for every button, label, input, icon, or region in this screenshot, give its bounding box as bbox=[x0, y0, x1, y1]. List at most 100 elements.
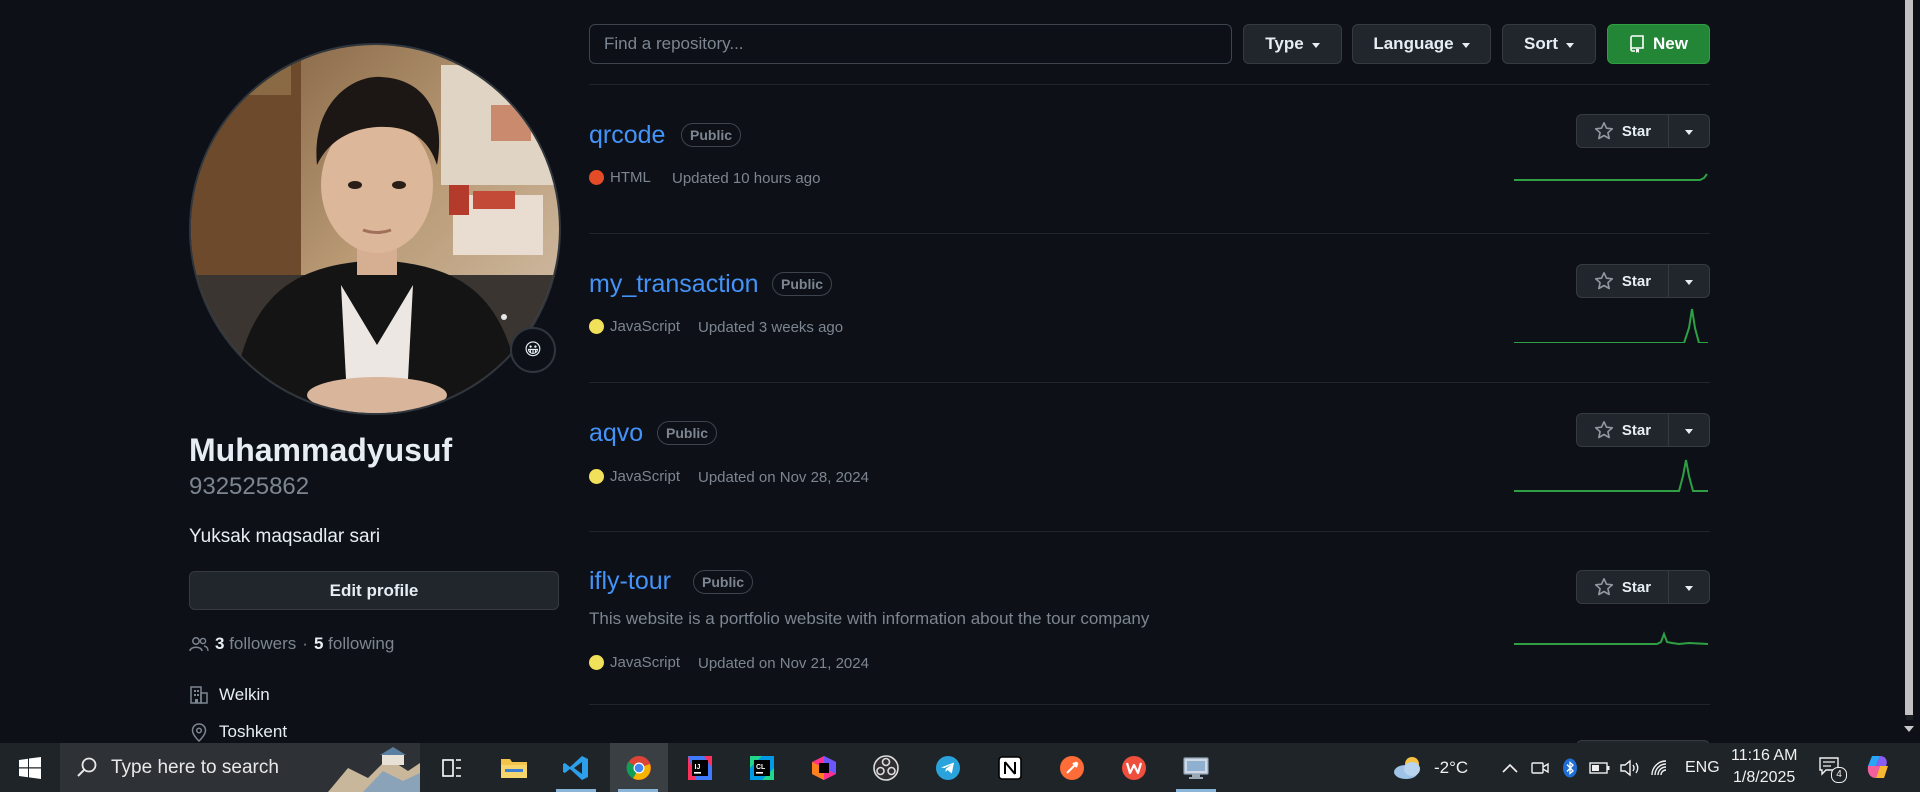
taskbar-chrome[interactable] bbox=[610, 743, 668, 792]
following-link[interactable]: 5 following bbox=[314, 634, 394, 654]
star-list-dropdown[interactable] bbox=[1669, 570, 1710, 604]
star-list-dropdown[interactable] bbox=[1669, 264, 1710, 298]
scroll-down-arrow-icon[interactable] bbox=[1904, 726, 1914, 732]
following-count: 5 bbox=[313, 634, 324, 653]
remote-desktop-icon bbox=[1183, 756, 1209, 779]
profile-location: Toshkent bbox=[189, 722, 287, 742]
repo-language: JavaScript bbox=[589, 468, 680, 485]
followers-link[interactable]: 3 followers bbox=[215, 634, 296, 654]
type-filter-button[interactable]: Type bbox=[1243, 24, 1342, 64]
sort-filter-label: Sort bbox=[1524, 34, 1558, 53]
smiley-icon: 😀 bbox=[524, 340, 542, 359]
language-filter-button[interactable]: Language bbox=[1352, 24, 1491, 64]
wifi-icon[interactable] bbox=[1650, 759, 1672, 777]
clock-date[interactable]: 1/8/2025 bbox=[1733, 769, 1795, 787]
edit-profile-button[interactable]: Edit profile bbox=[189, 571, 559, 610]
taskbar-postman[interactable] bbox=[1044, 743, 1100, 792]
toolbox-icon bbox=[812, 755, 836, 780]
start-button[interactable] bbox=[0, 743, 60, 792]
visibility-badge: Public bbox=[681, 123, 742, 147]
windows-taskbar: Type here to search IJ CL -2°C ENG 11:16… bbox=[0, 743, 1920, 792]
copilot-icon[interactable] bbox=[1864, 753, 1892, 781]
taskbar-obs[interactable] bbox=[858, 743, 914, 792]
taskbar-file-explorer[interactable] bbox=[486, 743, 542, 792]
star-button[interactable]: Star bbox=[1576, 264, 1669, 298]
repo-name-link[interactable]: aqvo bbox=[589, 419, 643, 448]
chevron-up-icon[interactable] bbox=[1502, 763, 1518, 773]
battery-icon[interactable] bbox=[1589, 760, 1611, 776]
activity-sparkline bbox=[1514, 459, 1708, 492]
new-repository-button[interactable]: New bbox=[1607, 24, 1710, 64]
caret-down-icon bbox=[1685, 129, 1693, 135]
profile-bio: Yuksak maqsadlar sari bbox=[189, 526, 381, 547]
list-divider bbox=[589, 531, 1710, 532]
task-view-button[interactable] bbox=[424, 743, 480, 792]
input-language[interactable]: ENG bbox=[1685, 759, 1720, 777]
repo-updated: Updated 10 hours ago bbox=[672, 170, 821, 187]
clock-time[interactable]: 11:16 AM bbox=[1731, 747, 1797, 765]
taskbar-vscode[interactable] bbox=[548, 743, 604, 792]
repo-language: HTML bbox=[589, 169, 651, 186]
scrollbar-thumb[interactable] bbox=[1905, 0, 1913, 715]
wps-office-icon bbox=[1122, 755, 1146, 780]
activity-sparkline bbox=[1514, 308, 1708, 343]
followers-count: 3 bbox=[215, 634, 225, 653]
task-view-icon bbox=[442, 758, 461, 777]
profile-avatar[interactable] bbox=[189, 43, 561, 415]
volume-icon[interactable] bbox=[1619, 759, 1641, 777]
bluetooth-icon[interactable] bbox=[1562, 758, 1578, 778]
star-list-dropdown[interactable] bbox=[1669, 114, 1710, 148]
language-color-dot bbox=[589, 319, 604, 334]
repo-name-link[interactable]: my_transaction bbox=[589, 270, 759, 299]
postman-icon bbox=[1060, 755, 1084, 780]
taskbar-wps-office[interactable] bbox=[1106, 743, 1162, 792]
star-icon bbox=[1594, 578, 1614, 596]
language-color-dot bbox=[589, 655, 604, 670]
list-divider bbox=[589, 233, 1710, 234]
star-button[interactable]: Star bbox=[1576, 413, 1669, 447]
notification-center-button[interactable]: 4 bbox=[1818, 756, 1847, 783]
repo-name-link[interactable]: qrcode bbox=[589, 121, 665, 150]
taskbar-search-box[interactable]: Type here to search bbox=[60, 743, 420, 792]
star-button[interactable]: Star bbox=[1576, 114, 1669, 148]
taskbar-jetbrains-toolbox[interactable] bbox=[796, 743, 852, 792]
location-name: Toshkent bbox=[219, 722, 288, 741]
taskbar-clion[interactable]: CL bbox=[734, 743, 790, 792]
page-scrollbar[interactable] bbox=[1899, 0, 1920, 743]
language-name: JavaScript bbox=[610, 654, 681, 671]
taskbar-remote-desktop[interactable] bbox=[1168, 743, 1224, 792]
taskbar-telegram[interactable] bbox=[920, 743, 976, 792]
avatar-photo bbox=[191, 45, 559, 413]
star-icon bbox=[1594, 421, 1614, 439]
organization-icon bbox=[190, 686, 208, 704]
weather-temperature[interactable]: -2°C bbox=[1434, 758, 1468, 778]
activity-sparkline bbox=[1514, 631, 1708, 646]
star-label: Star bbox=[1621, 122, 1652, 140]
repository-search-input[interactable]: Find a repository... bbox=[589, 24, 1232, 64]
vscode-icon bbox=[563, 755, 588, 780]
github-repositories-page: 😀 Muhammadyusuf 932525862 Yuksak maqsadl… bbox=[0, 0, 1899, 743]
meet-now-icon[interactable] bbox=[1530, 758, 1550, 778]
svg-text:IJ: IJ bbox=[695, 764, 701, 771]
star-button[interactable]: Star bbox=[1576, 570, 1669, 604]
repo-name-link[interactable]: ifly-tour bbox=[589, 567, 671, 596]
cloudy-weather-icon[interactable] bbox=[1392, 755, 1426, 781]
sort-filter-button[interactable]: Sort bbox=[1502, 24, 1596, 64]
repo-language: JavaScript bbox=[589, 654, 680, 671]
taskbar-intellij[interactable]: IJ bbox=[672, 743, 728, 792]
caret-down-icon bbox=[1461, 42, 1470, 48]
language-name: JavaScript bbox=[610, 318, 681, 335]
status-emoji-button[interactable]: 😀 bbox=[510, 327, 556, 373]
visibility-badge: Public bbox=[693, 570, 754, 594]
star-list-dropdown[interactable] bbox=[1669, 413, 1710, 447]
repo-updated: Updated on Nov 28, 2024 bbox=[698, 469, 869, 486]
search-highlight-illustration bbox=[328, 743, 420, 792]
location-icon bbox=[191, 723, 207, 742]
repo-language: JavaScript bbox=[589, 318, 680, 335]
repo-icon bbox=[1630, 35, 1644, 53]
language-name: JavaScript bbox=[610, 468, 681, 485]
language-color-dot bbox=[589, 170, 604, 185]
taskbar-notion[interactable] bbox=[982, 743, 1038, 792]
visibility-badge: Public bbox=[772, 272, 833, 296]
profile-company: Welkin bbox=[189, 685, 270, 705]
